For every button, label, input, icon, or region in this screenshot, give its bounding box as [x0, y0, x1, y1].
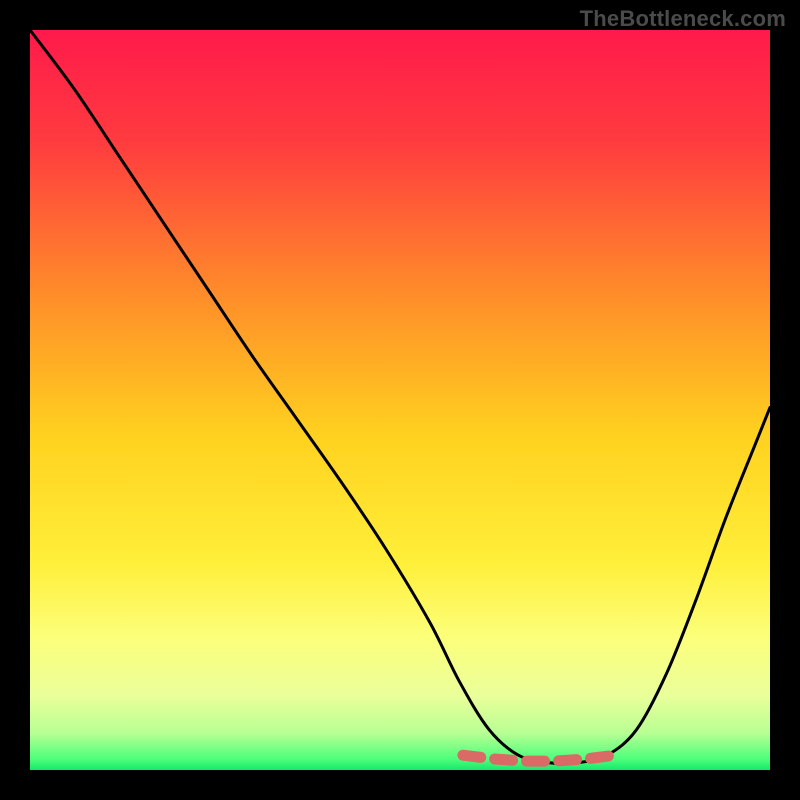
- chart-frame: TheBottleneck.com: [0, 0, 800, 800]
- bottom-marker: [463, 755, 615, 761]
- bottleneck-curve: [30, 30, 770, 764]
- chart-svg: [30, 30, 770, 770]
- plot-area: [30, 30, 770, 770]
- watermark-text: TheBottleneck.com: [580, 6, 786, 32]
